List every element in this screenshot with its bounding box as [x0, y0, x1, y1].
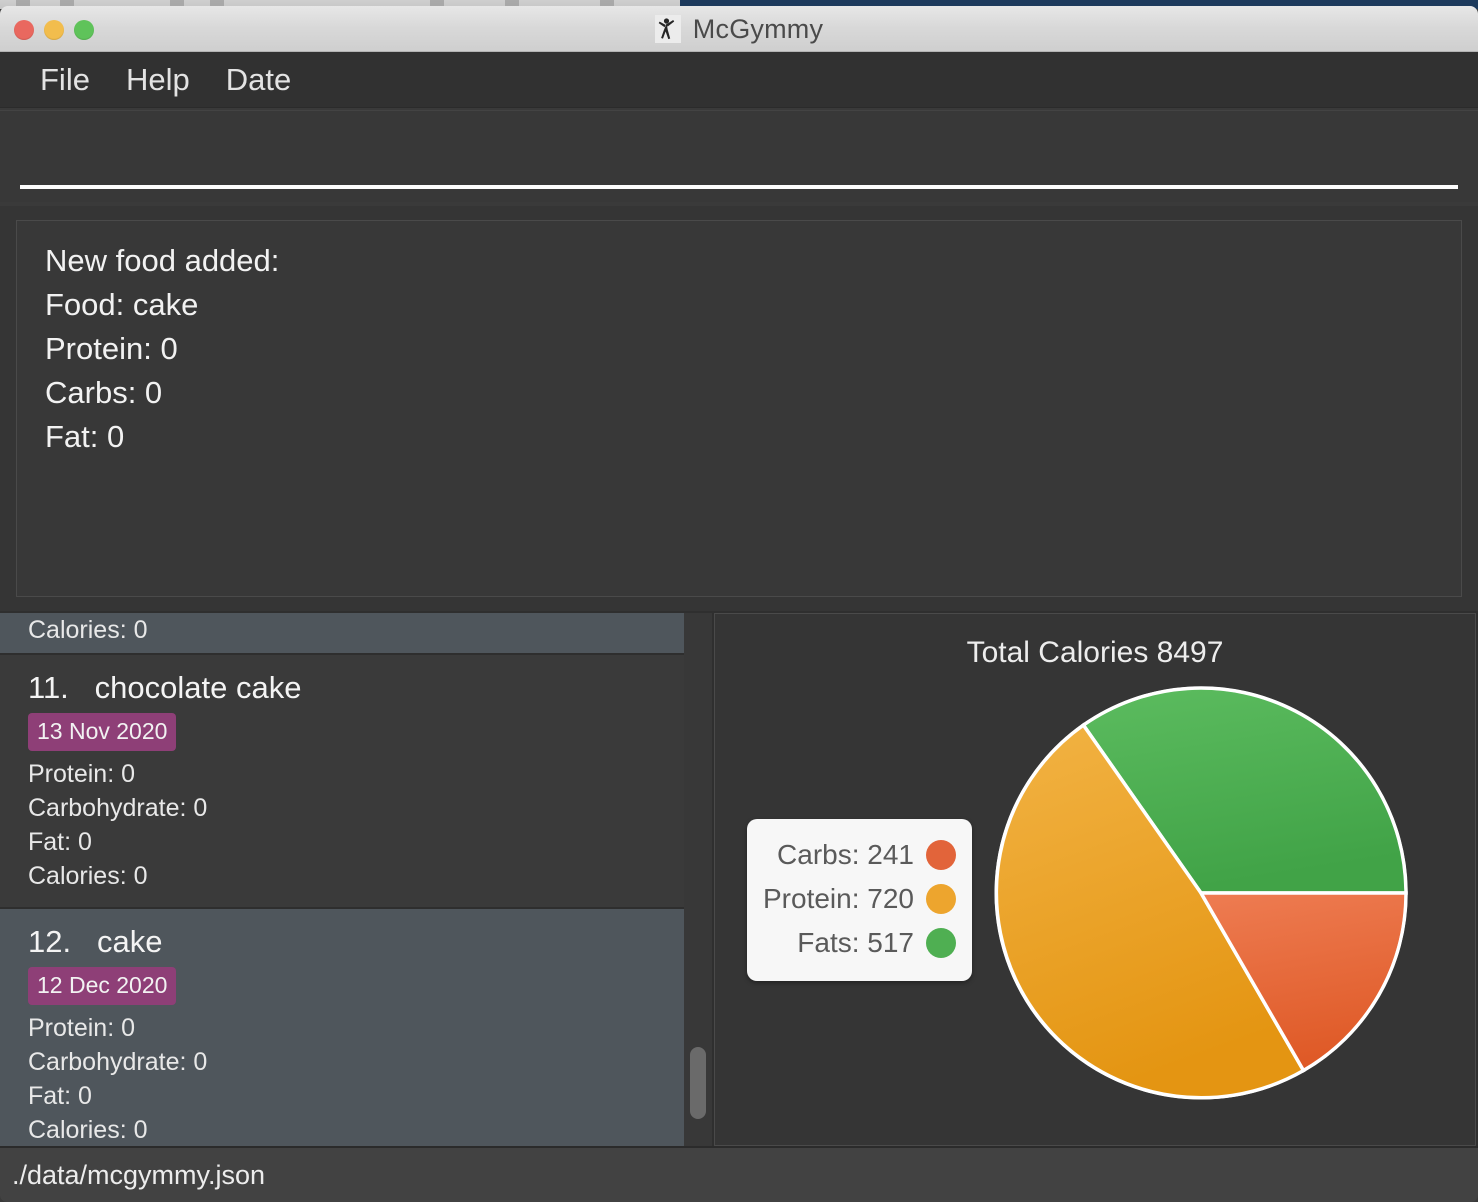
- list-item-name: chocolate cake: [94, 670, 302, 705]
- result-line-heading: New food added:: [45, 243, 280, 278]
- menu-item-date[interactable]: Date: [208, 60, 309, 100]
- list-item-carbohydrate: Carbohydrate: 0: [28, 1048, 208, 1076]
- result-line-protein: Protein: 0: [45, 331, 178, 366]
- title-bar: McGymmy: [0, 6, 1478, 52]
- lower-split-region: Calories: 0 11. chocolate cake 13 Nov 20…: [0, 611, 1478, 1146]
- gym-person-icon: [654, 15, 681, 43]
- list-item-date-badge: 13 Nov 2020: [28, 713, 177, 751]
- result-line-carbs: Carbs: 0: [45, 375, 163, 410]
- list-item-title: 11. chocolate cake: [28, 667, 684, 709]
- list-item[interactable]: 12. cake 12 Dec 2020 Protein: 0 Carbohyd…: [0, 909, 684, 1146]
- legend-swatch-fats: [926, 928, 956, 958]
- command-box: [0, 110, 1478, 202]
- list-item-fat: Fat: 0: [28, 828, 92, 856]
- food-list-panel[interactable]: Calories: 0 11. chocolate cake 13 Nov 20…: [0, 613, 712, 1146]
- legend-swatch-carbs: [926, 840, 956, 870]
- result-line-food: Food: cake: [45, 287, 199, 322]
- legend-label-fats: Fats: 517: [797, 927, 914, 958]
- list-item-title: 12. cake: [28, 921, 684, 963]
- list-item-protein: Protein: 0: [28, 760, 136, 788]
- legend-label-carbs: Carbs: 241: [777, 839, 914, 870]
- legend-label-protein: Protein: 720: [763, 883, 914, 914]
- list-item-name: cake: [96, 924, 163, 959]
- menu-item-help[interactable]: Help: [108, 60, 208, 100]
- food-list-scrollbar-thumb[interactable]: [690, 1047, 706, 1119]
- legend-item-fats[interactable]: Fats: 517: [763, 921, 956, 965]
- list-item-index: 12.: [28, 924, 72, 959]
- list-item-protein: Protein: 0: [28, 1014, 136, 1042]
- list-item-index: 11.: [28, 670, 69, 705]
- list-item-date-badge: 12 Dec 2020: [28, 967, 177, 1005]
- legend-item-carbs[interactable]: Carbs: 241: [763, 833, 956, 877]
- menu-bar: File Help Date: [0, 52, 1478, 108]
- window-title: McGymmy: [692, 13, 824, 44]
- menu-item-file[interactable]: File: [22, 60, 108, 100]
- result-display-region: New food added: Food: cake Protein: 0 Ca…: [0, 206, 1478, 611]
- legend-item-protein[interactable]: Protein: 720: [763, 877, 956, 921]
- command-input[interactable]: [20, 127, 1458, 189]
- list-item-calories: Calories: 0: [28, 862, 148, 890]
- food-list-scrollbar[interactable]: [688, 615, 708, 1146]
- result-line-fat: Fat: 0: [45, 419, 125, 454]
- list-item-carbohydrate: Carbohydrate: 0: [28, 794, 208, 822]
- list-item[interactable]: 11. chocolate cake 13 Nov 2020 Protein: …: [0, 655, 684, 909]
- list-item-fat: Fat: 0: [28, 1082, 92, 1110]
- list-item-partial-calories: Calories: 0: [28, 616, 148, 644]
- result-display-box[interactable]: New food added: Food: cake Protein: 0 Ca…: [16, 220, 1462, 597]
- title-bar-center: McGymmy: [0, 6, 1478, 52]
- status-bar: ./data/mcgymmy.json: [0, 1146, 1478, 1202]
- list-item-partial[interactable]: Calories: 0: [0, 613, 684, 655]
- legend-swatch-protein: [926, 884, 956, 914]
- list-item-calories: Calories: 0: [28, 1116, 148, 1144]
- app-window: McGymmy File Help Date New food added: F…: [0, 0, 1478, 1202]
- nutrition-pie-panel: Total Calories 8497 Carbs: 241 Protein: …: [714, 613, 1476, 1146]
- pie-chart-legend: Carbs: 241 Protein: 720 Fats: 517: [747, 819, 972, 981]
- status-bar-file-path: ./data/mcgymmy.json: [12, 1159, 266, 1190]
